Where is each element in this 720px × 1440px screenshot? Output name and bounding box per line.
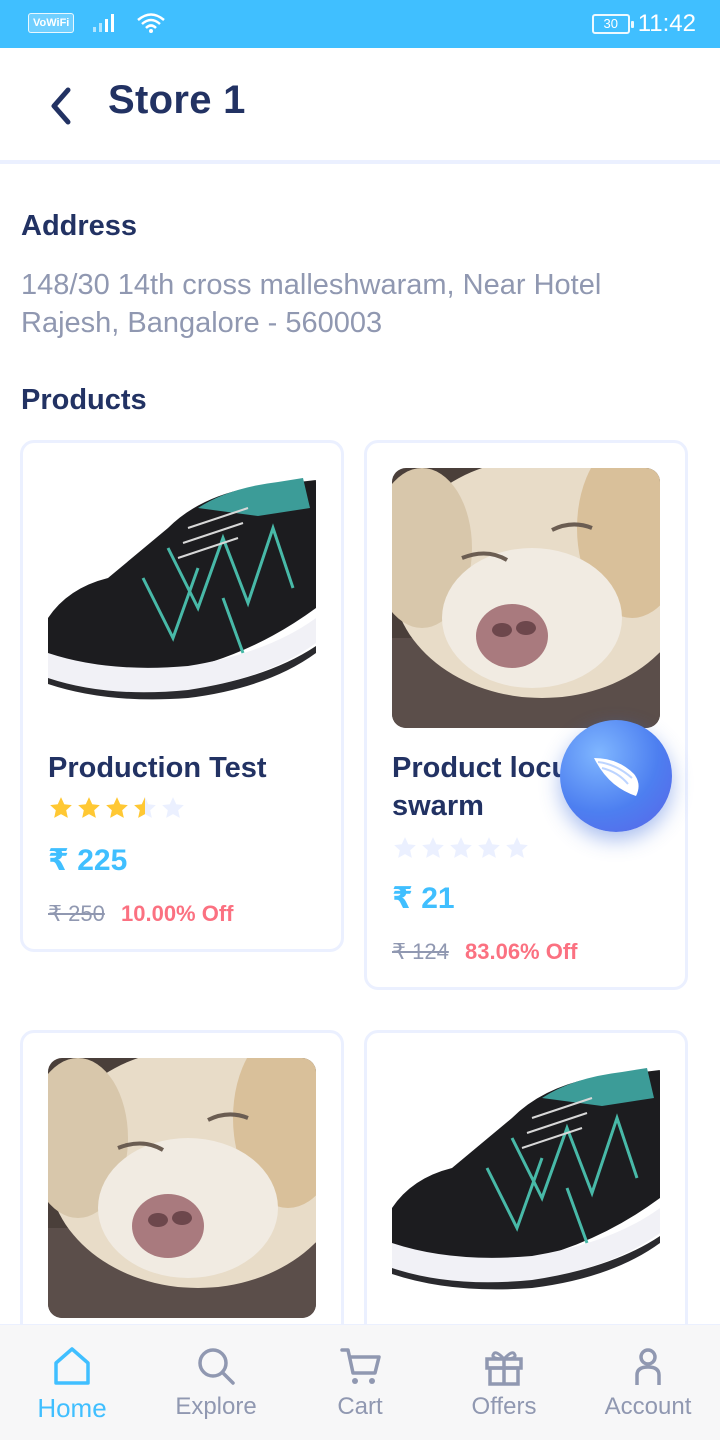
back-button[interactable] [36,82,84,130]
gift-icon [485,1351,523,1386]
products-heading: Products [21,384,147,416]
star-icon [106,797,128,818]
nav-item-home[interactable]: Home [0,1325,144,1440]
product-price: ₹ 21 [392,882,455,915]
rating-stars [392,835,530,861]
floating-assistant-button[interactable] [560,720,672,832]
star-empty-icon [450,837,472,858]
nav-label-explore: Explore [175,1393,257,1420]
nav-label-offers: Offers [471,1393,537,1420]
address-heading: Address [21,210,138,242]
star-empty-icon [394,837,416,858]
nav-item-cart[interactable]: Cart [288,1325,432,1440]
product-card[interactable]: Production Test ₹ 225 ₹ 250 10.00% Off [20,440,344,952]
vowifi-badge: VoWiFi [28,13,75,33]
star-empty-icon [478,837,500,858]
bottom-nav: Home Explore Cart Offers Account [0,1324,720,1440]
wing-icon [594,758,639,796]
chevron-left-icon [51,87,71,125]
address-text: 148/30 14th cross malleshwaram, Near Hot… [21,269,602,339]
product-card[interactable]: Product locust swarm ₹ 21 ₹ 124 83.06% O… [364,440,688,990]
product-image-sneaker [392,1058,660,1318]
rating-stars [48,795,186,821]
product-name: Production Test [48,752,267,784]
nav-item-explore[interactable]: Explore [144,1325,288,1440]
app-header: Store 1 [0,48,720,164]
star-empty-icon [506,837,528,858]
search-icon [198,1348,235,1385]
wifi-icon [137,13,166,33]
product-image-dog [48,1058,316,1318]
nav-label-cart: Cart [337,1393,383,1420]
status-bar: VoWiFi 30 11:42 [0,0,720,48]
status-time: 11:42 [637,10,696,37]
nav-label-home: Home [37,1393,107,1423]
product-old-price: ₹ 124 [392,939,449,964]
nav-item-account[interactable]: Account [576,1325,720,1440]
star-empty-icon [162,797,184,818]
user-icon [635,1348,661,1385]
product-image-sneaker [48,468,316,728]
star-icon [50,797,72,818]
product-old-price: ₹ 250 [48,901,105,926]
cart-icon [340,1348,381,1384]
signal-icon [93,14,115,32]
product-image-dog [392,468,660,728]
product-price: ₹ 225 [48,844,128,877]
product-discount: 83.06% Off [465,939,578,964]
nav-item-offers[interactable]: Offers [432,1325,576,1440]
home-icon [54,1347,90,1385]
product-discount: 10.00% Off [121,901,234,926]
battery-icon: 30 [591,14,634,34]
half-star-icon [134,797,156,818]
star-empty-icon [422,837,444,858]
star-icon [78,797,100,818]
nav-label-account: Account [604,1393,692,1420]
page-title: Store 1 [108,78,246,122]
